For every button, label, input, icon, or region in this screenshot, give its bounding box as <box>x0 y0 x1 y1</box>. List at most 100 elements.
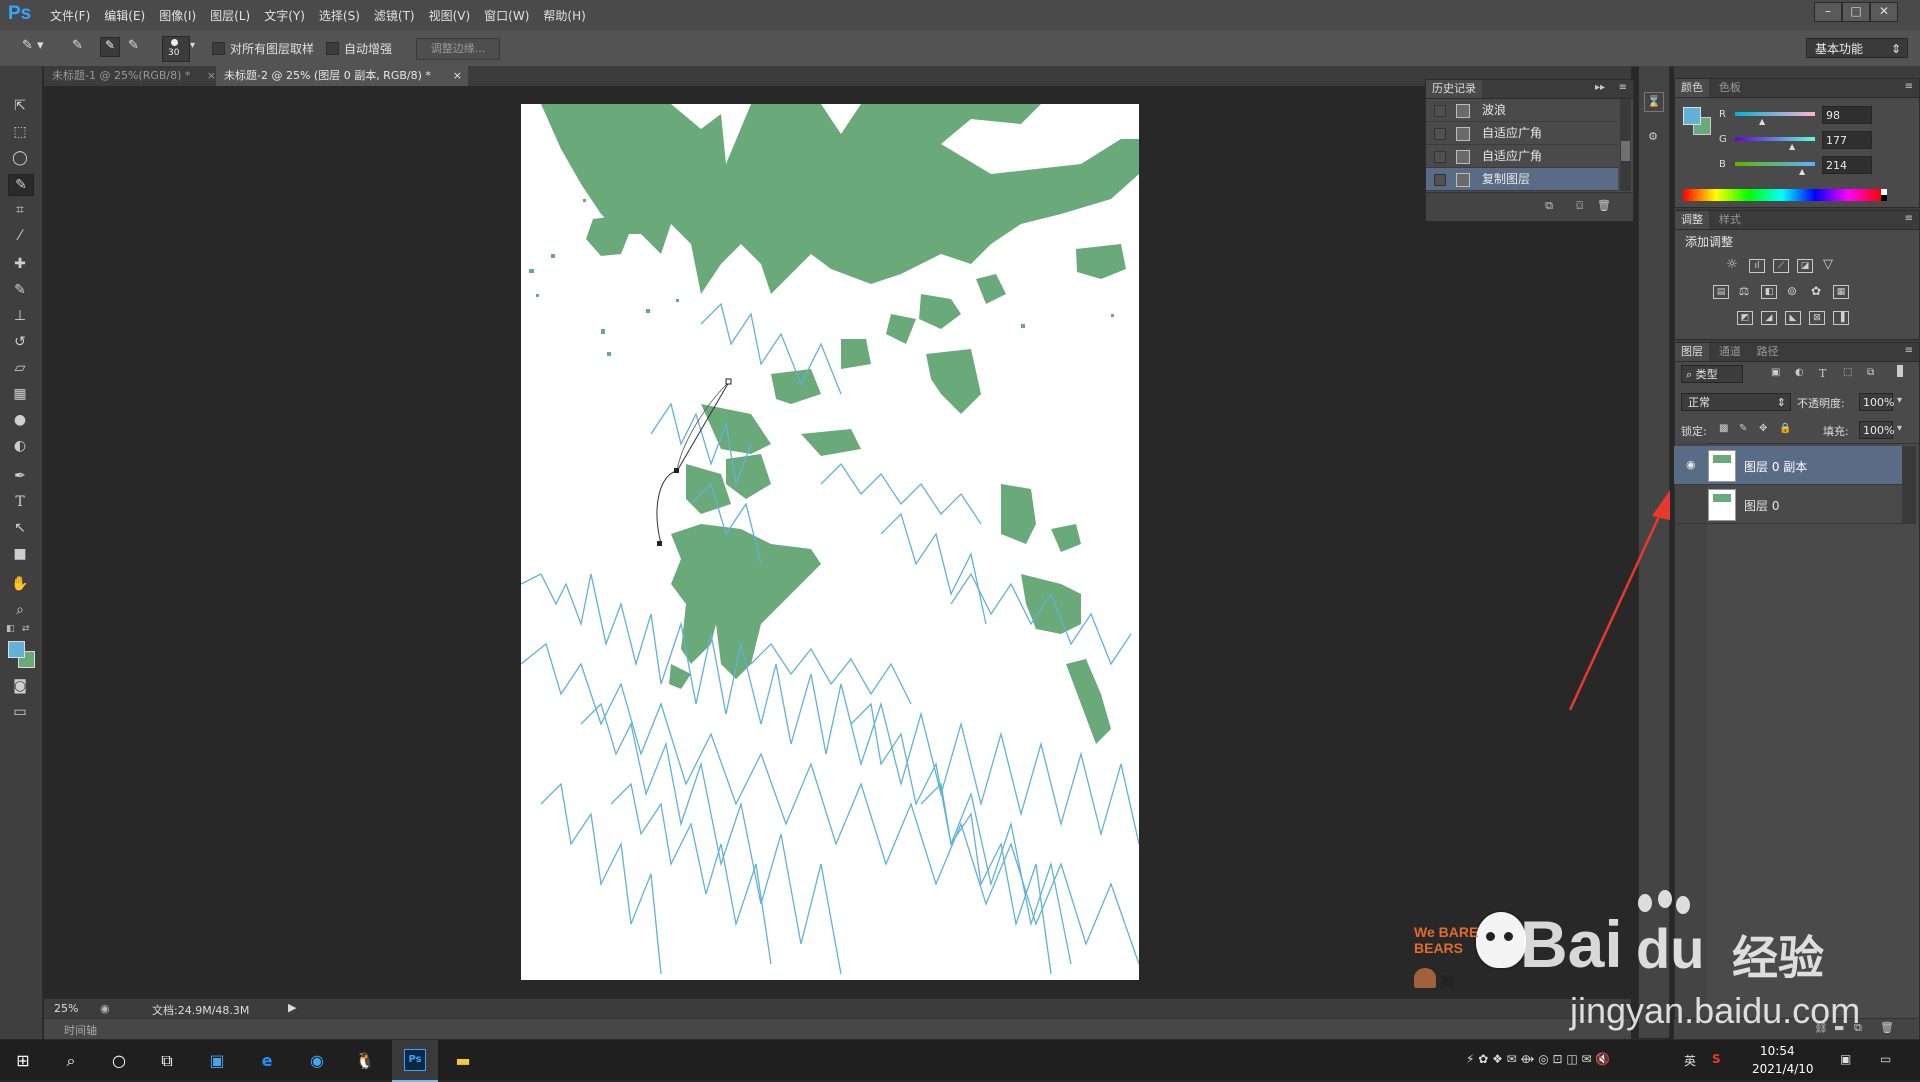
channel-mixer-icon[interactable]: ✿ <box>1809 285 1823 297</box>
layer-row[interactable]: 图层 0 <box>1674 485 1902 524</box>
sogou-icon[interactable]: S <box>1712 1052 1721 1066</box>
tab-styles[interactable]: 样式 <box>1713 211 1747 229</box>
color-spectrum-ramp[interactable] <box>1683 189 1881 201</box>
maximize-icon[interactable]: □ <box>1842 2 1870 22</box>
properties-panel-icon[interactable]: ⚙ <box>1644 128 1662 146</box>
threshold-icon[interactable]: ◣ <box>1785 311 1801 325</box>
menu-layer[interactable]: 图层(L) <box>210 7 250 24</box>
layer-name[interactable]: 图层 0 <box>1744 497 1779 514</box>
app-icon[interactable]: ▣ <box>206 1050 228 1072</box>
color-balance-icon[interactable]: ⚖ <box>1737 285 1751 297</box>
camera-icon[interactable]: ⌼ <box>1576 199 1583 213</box>
search-icon[interactable]: ⌕ <box>60 1050 82 1072</box>
hue-saturation-icon[interactable]: ▤ <box>1713 285 1729 299</box>
opacity-dropdown-icon[interactable]: ▾ <box>1897 395 1902 406</box>
zoom-tool-icon[interactable]: ⌕ <box>8 600 32 620</box>
filter-type-icon[interactable]: T <box>1819 367 1826 380</box>
move-tool-icon[interactable]: ⇱ <box>8 96 32 116</box>
panel-menu-icon[interactable]: ≡ <box>1619 82 1627 93</box>
status-info-icon[interactable]: ◉ <box>100 1002 110 1015</box>
eraser-tool-icon[interactable]: ▱ <box>8 358 32 378</box>
tool-preset-picker[interactable]: ✎ ▾ <box>22 38 56 58</box>
brush-size-dropdown-icon[interactable]: ▾ <box>190 40 195 51</box>
collapse-icon[interactable]: ▸▸ <box>1595 82 1605 93</box>
tab-color[interactable]: 颜色 <box>1675 79 1709 97</box>
zoom-level[interactable]: 25% <box>54 1002 78 1015</box>
r-value-input[interactable]: 98 <box>1822 106 1872 124</box>
scrollbar-thumb[interactable] <box>1621 141 1630 161</box>
filter-adjustment-icon[interactable]: ◐ <box>1795 367 1804 378</box>
doc-tab-1[interactable]: 未标题-1 @ 25%(RGB/8) * × <box>44 66 222 86</box>
auto-enhance-checkbox[interactable] <box>326 42 339 55</box>
ime-indicator[interactable]: 英 <box>1684 1052 1696 1069</box>
history-scrollbar[interactable] <box>1620 99 1631 191</box>
black-swatch[interactable] <box>1881 195 1887 201</box>
workspace-switcher[interactable]: 基本功能 ⇕ <box>1806 38 1908 58</box>
slider-handle-icon[interactable]: ▲ <box>1759 117 1765 126</box>
history-item[interactable]: 自适应广角 <box>1426 145 1618 168</box>
brush-size-picker[interactable]: 30 <box>162 36 190 62</box>
windows-start-icon[interactable]: ⊞ <box>12 1050 34 1072</box>
eyedropper-tool-icon[interactable]: ⁄ <box>8 226 32 246</box>
marquee-tool-icon[interactable]: ⬚ <box>8 122 32 142</box>
curves-icon[interactable]: ⟋ <box>1773 259 1789 273</box>
crop-tool-icon[interactable]: ⌗ <box>8 200 32 220</box>
new-document-from-state-icon[interactable]: ⧉ <box>1545 199 1553 213</box>
quick-mask-icon[interactable]: ◙ <box>8 676 32 696</box>
status-menu-arrow-icon[interactable]: ▶ <box>288 1001 296 1014</box>
menu-window[interactable]: 窗口(W) <box>484 7 529 24</box>
filter-pixel-icon[interactable]: ▣ <box>1771 367 1780 378</box>
healing-brush-tool-icon[interactable]: ✚ <box>8 254 32 274</box>
tab-channels[interactable]: 通道 <box>1713 343 1747 361</box>
color-lookup-icon[interactable]: ▦ <box>1833 285 1849 299</box>
eye-icon[interactable]: ◉ <box>1686 458 1696 471</box>
levels-icon[interactable]: ıl <box>1749 259 1765 273</box>
quick-selection-tool-icon[interactable]: ✎ <box>8 174 34 196</box>
cortana-icon[interactable]: ○ <box>108 1050 130 1072</box>
slider-handle-icon[interactable]: ▲ <box>1789 142 1795 151</box>
tab-layers[interactable]: 图层 <box>1675 343 1709 361</box>
invert-icon[interactable]: ◩ <box>1737 311 1753 325</box>
tab-adjustments[interactable]: 调整 <box>1675 211 1709 229</box>
history-source-checkbox[interactable] <box>1434 128 1446 140</box>
trash-icon[interactable]: 🗑 <box>1597 199 1611 212</box>
default-colors-icon[interactable]: ◧ <box>6 624 15 634</box>
menu-edit[interactable]: 编辑(E) <box>104 7 145 24</box>
minimize-icon[interactable]: – <box>1814 2 1842 22</box>
menu-select[interactable]: 选择(S) <box>319 7 360 24</box>
timeline-panel[interactable]: 时间轴 <box>44 1018 1631 1039</box>
delete-layer-icon[interactable]: 🗑 <box>1880 1021 1894 1034</box>
lasso-tool-icon[interactable]: ◯ <box>8 148 32 168</box>
lock-all-icon[interactable]: 🔒 <box>1779 423 1791 434</box>
filter-shape-icon[interactable]: ⬚ <box>1843 367 1852 378</box>
swap-colors-icon[interactable]: ⇄ <box>22 624 30 634</box>
hand-tool-icon[interactable]: ✋ <box>8 574 32 594</box>
photoshop-taskbar-button[interactable]: Ps <box>392 1040 438 1082</box>
new-selection-icon[interactable]: ✎ <box>72 38 90 56</box>
blend-mode-select[interactable]: 正常 ⇕ <box>1681 393 1791 411</box>
history-item[interactable]: 波浪 <box>1426 99 1618 122</box>
task-view-icon[interactable]: ⧉ <box>156 1050 178 1072</box>
history-item-selected[interactable]: 复制图层 <box>1426 168 1618 191</box>
dodge-tool-icon[interactable]: ◐ <box>8 436 32 456</box>
fill-dropdown-icon[interactable]: ▾ <box>1897 423 1902 434</box>
filter-toggle[interactable] <box>1897 365 1903 377</box>
brush-tool-icon[interactable]: ✎ <box>8 280 32 300</box>
notification-badge-icon[interactable]: ▣ <box>1840 1052 1851 1066</box>
subtract-selection-icon[interactable]: ✎ <box>128 38 146 56</box>
foreground-color-swatch[interactable] <box>8 641 25 658</box>
b-slider[interactable] <box>1735 162 1815 166</box>
file-explorer-icon[interactable]: ▬ <box>452 1050 474 1072</box>
r-slider[interactable] <box>1735 112 1815 116</box>
history-panel-icon[interactable]: ⌛ <box>1644 92 1664 112</box>
browser-icon[interactable]: ◉ <box>306 1050 328 1072</box>
slider-handle-icon[interactable]: ▲ <box>1799 167 1805 176</box>
type-tool-icon[interactable]: T <box>8 492 32 512</box>
exposure-icon[interactable]: ◪ <box>1797 259 1813 273</box>
filter-smart-object-icon[interactable]: ⧉ <box>1867 367 1874 378</box>
doc-tab-2[interactable]: 未标题-2 @ 25% (图层 0 副本, RGB/8) * × <box>216 66 468 86</box>
menu-filter[interactable]: 滤镜(T) <box>374 7 415 24</box>
lock-transparent-icon[interactable]: ▩ <box>1719 423 1728 434</box>
fill-input[interactable]: 100% <box>1859 421 1894 439</box>
screen-mode-icon[interactable]: ▭ <box>8 702 32 722</box>
